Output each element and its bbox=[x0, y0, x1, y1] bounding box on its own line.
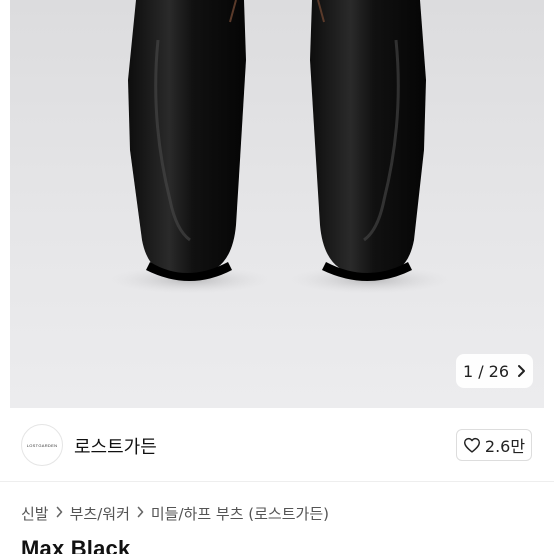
product-photo-boots bbox=[110, 0, 450, 294]
gallery-right-margin bbox=[544, 0, 554, 408]
chevron-right-icon[interactable] bbox=[517, 364, 526, 378]
like-count: 2.6만 bbox=[484, 437, 526, 456]
breadcrumb-item-mid-boots[interactable]: 미들/하프 부츠 (로스트가든) bbox=[151, 503, 329, 524]
seller-avatar[interactable]: LOSTGARDEN bbox=[21, 424, 63, 466]
seller-name[interactable]: 로스트가든 bbox=[74, 433, 157, 459]
product-title: Max Black bbox=[21, 536, 131, 554]
product-image-gallery[interactable]: 1 / 26 bbox=[0, 0, 554, 408]
breadcrumb-item-shoes[interactable]: 신발 bbox=[21, 503, 49, 524]
image-counter-text: 1 / 26 bbox=[462, 361, 510, 381]
chevron-right-icon bbox=[56, 506, 63, 522]
heart-outline-icon bbox=[463, 437, 480, 453]
breadcrumb: 신발 부츠/워커 미들/하프 부츠 (로스트가든) bbox=[21, 503, 329, 524]
gallery-left-margin bbox=[0, 0, 10, 408]
image-counter[interactable]: 1 / 26 bbox=[456, 354, 533, 388]
chevron-right-icon bbox=[137, 506, 144, 522]
like-button[interactable]: 2.6만 bbox=[456, 429, 532, 461]
seller-logo-text: LOSTGARDEN bbox=[26, 442, 58, 448]
seller-row[interactable]: LOSTGARDEN 로스트가든 2.6만 bbox=[0, 408, 554, 482]
breadcrumb-item-boots[interactable]: 부츠/워커 bbox=[70, 503, 130, 524]
